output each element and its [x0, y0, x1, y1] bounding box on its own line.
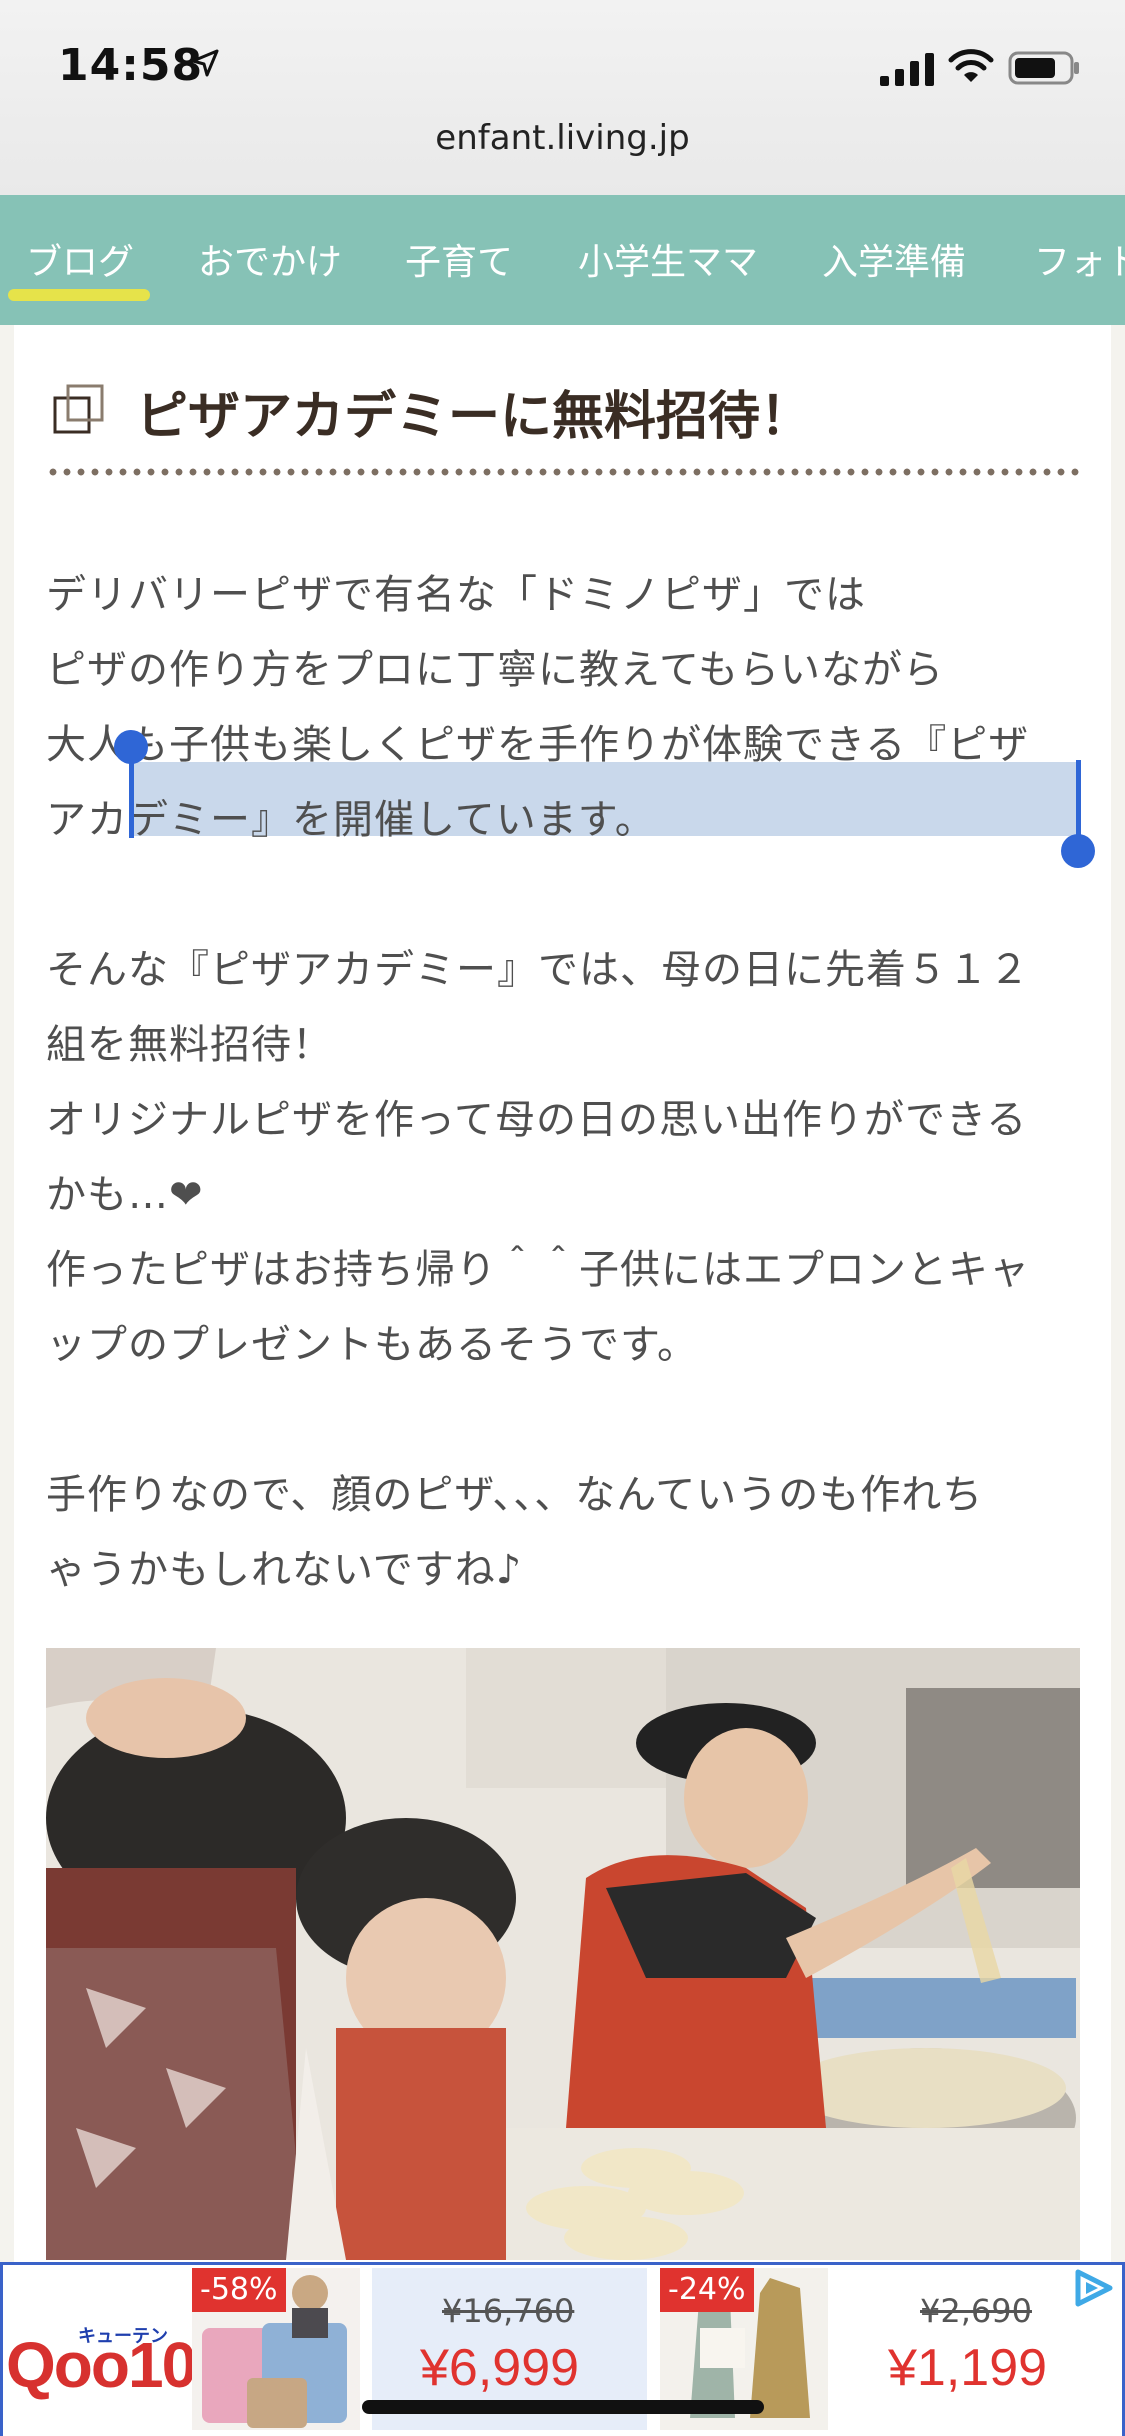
- wifi-icon: [948, 49, 994, 82]
- paragraph-line: アカデミー』を開催しています。: [46, 797, 656, 843]
- category-nav: ブログ おでかけ 子育て 小学生ママ 入学準備 フォト: [0, 195, 1125, 325]
- address-bar-url[interactable]: enfant.living.jp: [0, 118, 1125, 158]
- article-title: ピザアカデミーに無料招待！: [136, 387, 813, 447]
- paragraph-line: ップのプレゼントもあるそうです。: [46, 1322, 698, 1368]
- paragraph-line: 作ったピザはお持ち帰り＾＾子供にはエプロンとキャ: [46, 1247, 1030, 1293]
- paragraph-line: 組を無料招待！: [46, 1022, 333, 1068]
- location-arrow-icon: [191, 49, 219, 77]
- copy-squares-icon: [53, 384, 104, 434]
- title-divider: [46, 467, 1079, 477]
- nav-item-elementary-mama[interactable]: 小学生ママ: [578, 233, 758, 285]
- nav-item-photo[interactable]: フォト: [1034, 233, 1125, 285]
- ad-old-price: ¥2,690: [920, 2292, 1032, 2330]
- nav-item-outings[interactable]: おでかけ: [198, 233, 342, 285]
- nav-item-blog[interactable]: ブログ: [26, 233, 134, 285]
- nav-item-parenting[interactable]: 子育て: [405, 233, 513, 285]
- selection-start-knob[interactable]: [114, 730, 148, 764]
- paragraph-line: かも…❤: [46, 1172, 204, 1218]
- ad-sale-price: ¥1,199: [888, 2339, 1048, 2397]
- paragraph-line: 大人も子供も楽しくピザを手作りが体験できる『ピザ: [46, 722, 1030, 768]
- ad-discount-badge: -24%: [660, 2268, 754, 2312]
- paragraph-line: デリバリーピザで有名な「ドミノピザ」では: [46, 572, 866, 618]
- ad-old-price: ¥16,760: [442, 2292, 575, 2330]
- paragraph-line: ピザの作り方をプロに丁寧に教えてもらいながら: [46, 647, 944, 693]
- status-bar: [0, 0, 1125, 195]
- browser-screen: 14:58 enfant.living.jp ブログ おでかけ 子育て 小学生マ…: [0, 0, 1125, 2436]
- paragraph-line: そんな『ピザアカデミー』では、母の日に先着５１２: [46, 947, 1030, 993]
- paragraph-line: ゃうかもしれないですね♪: [46, 1547, 523, 1593]
- battery-icon: [1008, 51, 1079, 85]
- adchoices-icon[interactable]: [1070, 2266, 1118, 2310]
- active-tab-indicator: [8, 289, 150, 301]
- cellular-signal-icon: [880, 53, 934, 86]
- article-photo: [46, 1648, 1080, 2260]
- qoo10-logo[interactable]: Qoo10: [6, 2328, 197, 2402]
- ad-discount-badge: -58%: [192, 2268, 286, 2312]
- nav-item-school-prep[interactable]: 入学準備: [822, 233, 966, 285]
- paragraph-line: オリジナルピザを作って母の日の思い出作りができる: [46, 1097, 1028, 1143]
- home-indicator[interactable]: [362, 2400, 764, 2414]
- paragraph-line: 手作りなので、顔のピザ、、、なんていうのも作れち: [46, 1472, 984, 1518]
- selection-end-knob[interactable]: [1061, 834, 1095, 868]
- status-time: 14:58: [58, 40, 204, 91]
- ad-sale-price: ¥6,999: [420, 2339, 580, 2397]
